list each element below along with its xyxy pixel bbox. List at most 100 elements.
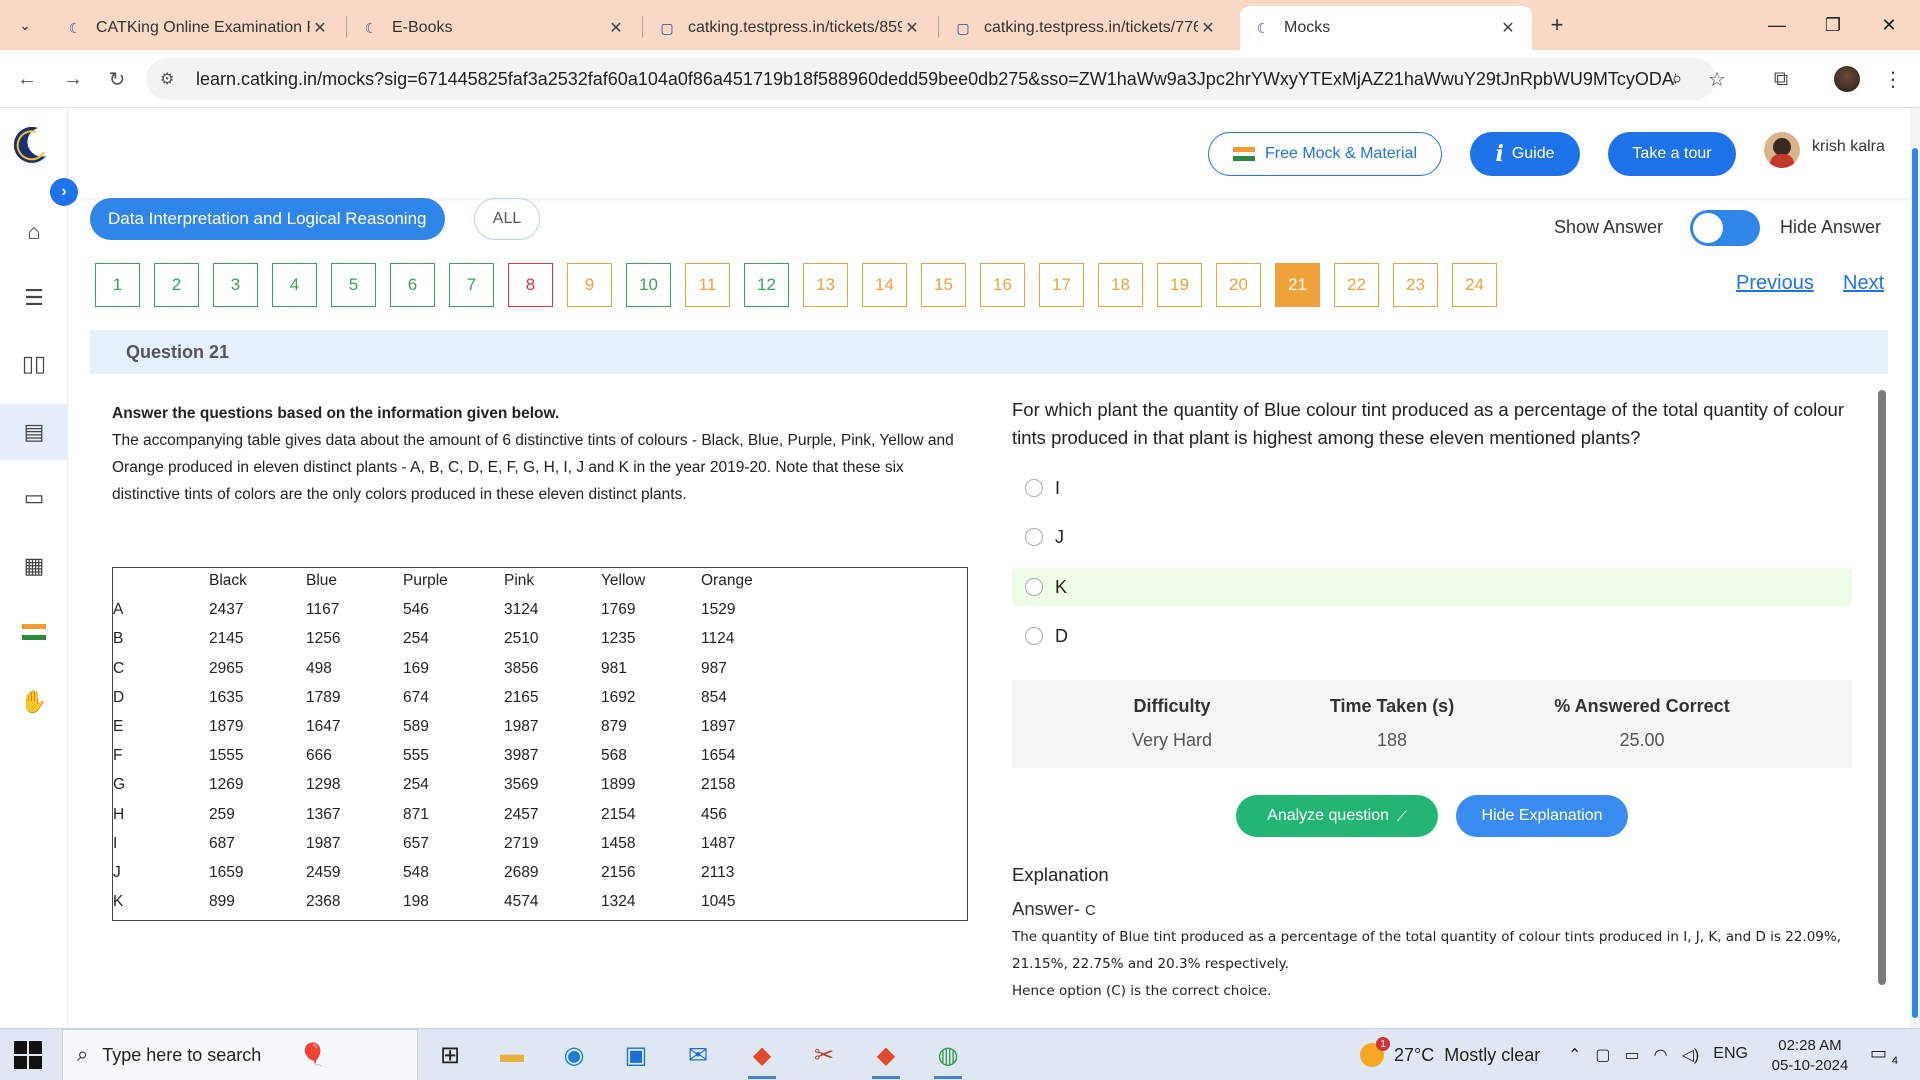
monitor-icon[interactable]: ▭ (0, 470, 68, 526)
browser-tab-active[interactable]: ☾ Mocks ✕ (1240, 6, 1532, 50)
question-number-button[interactable]: 20 (1216, 263, 1261, 307)
section-tab-dilr[interactable]: Data Interpretation and Logical Reasonin… (90, 198, 445, 240)
close-tab-icon[interactable]: ✕ (1198, 18, 1218, 38)
question-number-button[interactable]: 3 (213, 263, 258, 307)
question-number-button[interactable]: 22 (1334, 263, 1379, 307)
browser-profile-avatar[interactable] (1834, 66, 1860, 92)
wifi-icon[interactable]: ◠ (1654, 1045, 1668, 1065)
answer-toggle-switch[interactable] (1690, 210, 1760, 246)
question-number-button[interactable]: 9 (567, 263, 612, 307)
next-link[interactable]: Next (1843, 272, 1884, 295)
expand-sidebar-chevron-icon[interactable]: › (50, 178, 78, 206)
browser-menu-icon[interactable]: ⋮ (1876, 62, 1910, 96)
browser-tab[interactable]: ▢ catking.testpress.in/tickets/8590 ✕ (644, 6, 936, 50)
window-close-icon[interactable]: ✕ (1866, 8, 1912, 42)
file-explorer-icon[interactable]: ▬ (492, 1037, 532, 1073)
language-indicator[interactable]: ENG (1713, 1045, 1748, 1065)
question-number-button[interactable]: 15 (921, 263, 966, 307)
list-icon[interactable]: ☰ (0, 270, 68, 326)
close-tab-icon[interactable]: ✕ (606, 18, 626, 38)
back-arrow-icon[interactable]: ← (10, 62, 44, 96)
question-number-button[interactable]: 11 (685, 263, 730, 307)
india-flag-icon[interactable] (0, 604, 68, 660)
meet-now-icon[interactable]: ▢ (1595, 1045, 1610, 1065)
chevron-up-icon[interactable]: ⌃ (1568, 1045, 1581, 1065)
user-avatar[interactable] (1764, 132, 1800, 168)
brave-browser-icon[interactable]: ◆ (866, 1037, 906, 1079)
forward-arrow-icon[interactable]: → (56, 62, 90, 96)
edge-icon[interactable]: ◉ (554, 1037, 594, 1073)
restore-icon[interactable]: ❐ (1810, 8, 1856, 42)
bookmark-star-icon[interactable]: ☆ (1700, 62, 1734, 96)
document-icon[interactable]: ▦ (0, 538, 68, 594)
mail-icon[interactable]: ✉ (678, 1037, 718, 1073)
address-bar[interactable]: ⚙ learn.catking.in/mocks?sig=671445825fa… (146, 58, 1716, 100)
option-d[interactable]: D (1012, 617, 1852, 655)
minimize-icon[interactable]: — (1754, 8, 1800, 42)
snipping-tool-icon[interactable]: ✂ (804, 1037, 844, 1073)
new-tab-plus-icon[interactable]: + (1542, 10, 1572, 40)
option-i[interactable]: I (1012, 469, 1852, 507)
handshake-icon[interactable]: ✋ (0, 674, 68, 730)
question-number-button[interactable]: 7 (449, 263, 494, 307)
question-number-button[interactable]: 24 (1452, 263, 1497, 307)
browser-tab[interactable]: ☾ E-Books ✕ (348, 6, 640, 50)
close-tab-icon[interactable]: ✕ (310, 18, 330, 38)
chrome-icon[interactable]: ◍ (928, 1037, 968, 1079)
take-a-tour-button[interactable]: Take a tour (1608, 132, 1736, 176)
page-scrollbar[interactable] (1910, 108, 1920, 1028)
weather-widget[interactable]: 1 27°C Mostly clear (1360, 1029, 1540, 1080)
question-number-button[interactable]: 5 (331, 263, 376, 307)
question-number-button[interactable]: 18 (1098, 263, 1143, 307)
windows-start-icon[interactable] (14, 1041, 42, 1069)
question-number-button[interactable]: 2 (154, 263, 199, 307)
question-number-button[interactable]: 14 (862, 263, 907, 307)
question-number-button[interactable]: 23 (1393, 263, 1438, 307)
columns-icon[interactable]: ▯▯ (0, 336, 68, 392)
notification-icon[interactable]: ▭ 4 (1870, 1043, 1898, 1067)
brave-icon[interactable]: ◆ (742, 1037, 782, 1079)
section-tab-all[interactable]: ALL (474, 198, 540, 240)
tab-search-chevron-icon[interactable]: ⌄ (8, 12, 42, 38)
guide-button[interactable]: i Guide (1470, 132, 1580, 176)
close-tab-icon[interactable]: ✕ (1498, 18, 1518, 38)
previous-link[interactable]: Previous (1736, 272, 1814, 295)
task-view-icon[interactable]: ⊞ (430, 1037, 470, 1073)
radio-button[interactable] (1025, 627, 1043, 645)
taskbar-search-box[interactable]: ⌕ Type here to search 🎈 (62, 1029, 418, 1080)
radio-button[interactable] (1025, 479, 1043, 497)
question-number-button[interactable]: 1 (95, 263, 140, 307)
radio-button[interactable] (1025, 528, 1043, 546)
option-j[interactable]: J (1012, 518, 1852, 556)
reload-icon[interactable]: ↻ (100, 62, 134, 96)
question-number-button[interactable]: 6 (390, 263, 435, 307)
volume-icon[interactable]: ◁) (1682, 1045, 1700, 1065)
radio-button[interactable] (1025, 578, 1043, 596)
question-number-button[interactable]: 13 (803, 263, 848, 307)
battery-icon[interactable]: ▭ (1625, 1045, 1640, 1065)
analyze-question-button[interactable]: Analyze question ⟋ (1236, 795, 1438, 837)
question-number-button[interactable]: 4 (272, 263, 317, 307)
hide-explanation-button[interactable]: Hide Explanation (1456, 795, 1628, 837)
close-tab-icon[interactable]: ✕ (902, 18, 922, 38)
url-text[interactable]: learn.catking.in/mocks?sig=671445825faf3… (196, 69, 1676, 90)
free-mock-button[interactable]: Free Mock & Material (1208, 132, 1442, 176)
catking-logo[interactable] (8, 122, 52, 166)
question-number-button[interactable]: 17 (1039, 263, 1084, 307)
store-icon[interactable]: ▣ (616, 1037, 656, 1073)
question-number-button[interactable]: 16 (980, 263, 1025, 307)
books-icon[interactable]: ⌂ (0, 204, 68, 260)
taskbar-clock[interactable]: 02:28 AM 05-10-2024 (1770, 1036, 1850, 1076)
mocks-icon[interactable]: ▤ (0, 404, 68, 460)
question-number-button[interactable]: 21 (1275, 263, 1320, 307)
question-number-button[interactable]: 8 (508, 263, 553, 307)
question-number-button[interactable]: 19 (1157, 263, 1202, 307)
user-name[interactable]: krish kalra (1812, 138, 1885, 156)
site-settings-icon[interactable]: ⚙ (160, 69, 184, 89)
zoom-icon[interactable]: ⌕ (1660, 62, 1694, 96)
extensions-icon[interactable]: ⧉ (1764, 62, 1798, 96)
browser-tab[interactable]: ☾ CATKing Online Examination Pla ✕ (52, 6, 344, 50)
content-scrollbar[interactable] (1876, 378, 1888, 1018)
question-number-button[interactable]: 12 (744, 263, 789, 307)
question-number-button[interactable]: 10 (626, 263, 671, 307)
